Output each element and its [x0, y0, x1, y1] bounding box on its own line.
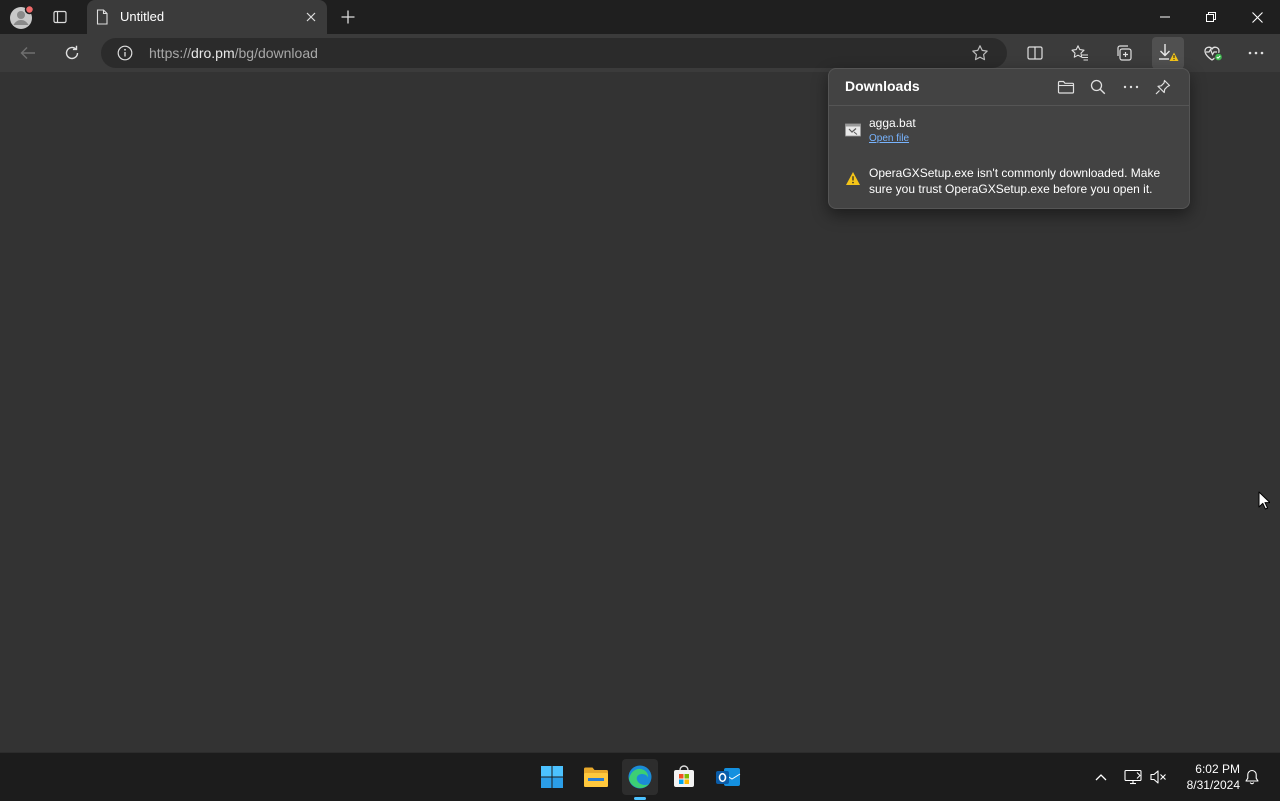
downloads-panel-header: Downloads — [829, 69, 1189, 106]
profile-avatar-icon — [10, 4, 35, 29]
mouse-cursor-icon — [1258, 491, 1270, 510]
open-downloads-folder-icon[interactable] — [1054, 75, 1078, 99]
batch-file-icon — [845, 123, 861, 137]
minimize-icon[interactable] — [1142, 0, 1188, 34]
file-explorer-icon[interactable] — [578, 759, 614, 795]
restore-icon[interactable] — [1188, 0, 1234, 34]
volume-icon[interactable] — [1148, 767, 1168, 787]
tab-actions-button[interactable] — [44, 4, 76, 30]
back-icon[interactable] — [12, 37, 44, 69]
collections-icon[interactable] — [1108, 37, 1140, 69]
search-downloads-icon[interactable] — [1086, 75, 1110, 99]
downloads-more-options-icon[interactable] — [1119, 75, 1143, 99]
new-tab-icon[interactable] — [336, 5, 360, 29]
url-domain: dro.pm — [191, 45, 235, 61]
close-tab-icon[interactable] — [303, 9, 319, 25]
address-bar[interactable]: https://dro.pm/bg/download — [101, 38, 1007, 68]
page-icon — [95, 9, 109, 25]
site-info-icon[interactable] — [117, 45, 133, 61]
download-item[interactable]: agga.bat Open file — [829, 113, 1189, 149]
downloads-button[interactable] — [1152, 37, 1184, 69]
pin-icon[interactable] — [1151, 75, 1175, 99]
refresh-icon[interactable] — [56, 37, 88, 69]
tab-actions-icon — [53, 10, 67, 24]
download-warning[interactable]: OperaGXSetup.exe isn't commonly download… — [829, 163, 1189, 199]
download-warning-text: OperaGXSetup.exe isn't commonly download… — [869, 166, 1161, 196]
store-icon[interactable] — [666, 759, 702, 795]
clock[interactable]: 6:02 PM 8/31/2024 — [1176, 761, 1240, 793]
tab-strip: Untitled — [0, 0, 1280, 34]
more-options-icon[interactable] — [1240, 37, 1272, 69]
profile-button[interactable] — [6, 4, 38, 30]
add-favorite-icon[interactable] — [971, 44, 989, 62]
warning-icon — [845, 171, 861, 186]
start-icon[interactable] — [534, 759, 570, 795]
download-filename: agga.bat — [869, 116, 916, 130]
split-screen-icon[interactable] — [1019, 37, 1051, 69]
show-hidden-icons-icon[interactable] — [1091, 767, 1111, 787]
url-path: /bg/download — [234, 45, 318, 61]
browser-essentials-icon[interactable] — [1197, 37, 1229, 69]
tab-title: Untitled — [120, 9, 165, 24]
close-window-icon[interactable] — [1234, 0, 1280, 34]
open-file-link[interactable]: Open file — [869, 133, 909, 144]
downloads-warning-icon — [1159, 44, 1179, 61]
network-icon[interactable] — [1123, 767, 1143, 787]
url-text[interactable]: https://dro.pm/bg/download — [149, 45, 318, 61]
taskbar: 6:02 PM 8/31/2024 — [0, 752, 1280, 801]
favorites-icon[interactable] — [1064, 37, 1096, 69]
tab-active[interactable]: Untitled — [87, 0, 327, 34]
edge-icon[interactable] — [622, 759, 658, 795]
outlook-icon[interactable] — [710, 759, 746, 795]
clock-time: 6:02 PM — [1195, 762, 1240, 776]
navigation-toolbar: https://dro.pm/bg/download — [0, 34, 1280, 72]
downloads-panel-title: Downloads — [845, 78, 920, 94]
url-scheme: https:// — [149, 45, 192, 61]
notification-bell-icon[interactable] — [1242, 767, 1262, 787]
clock-date: 8/31/2024 — [1186, 778, 1240, 792]
downloads-panel: Downloads agga.bat Open file OperaGXSetu… — [828, 68, 1190, 209]
